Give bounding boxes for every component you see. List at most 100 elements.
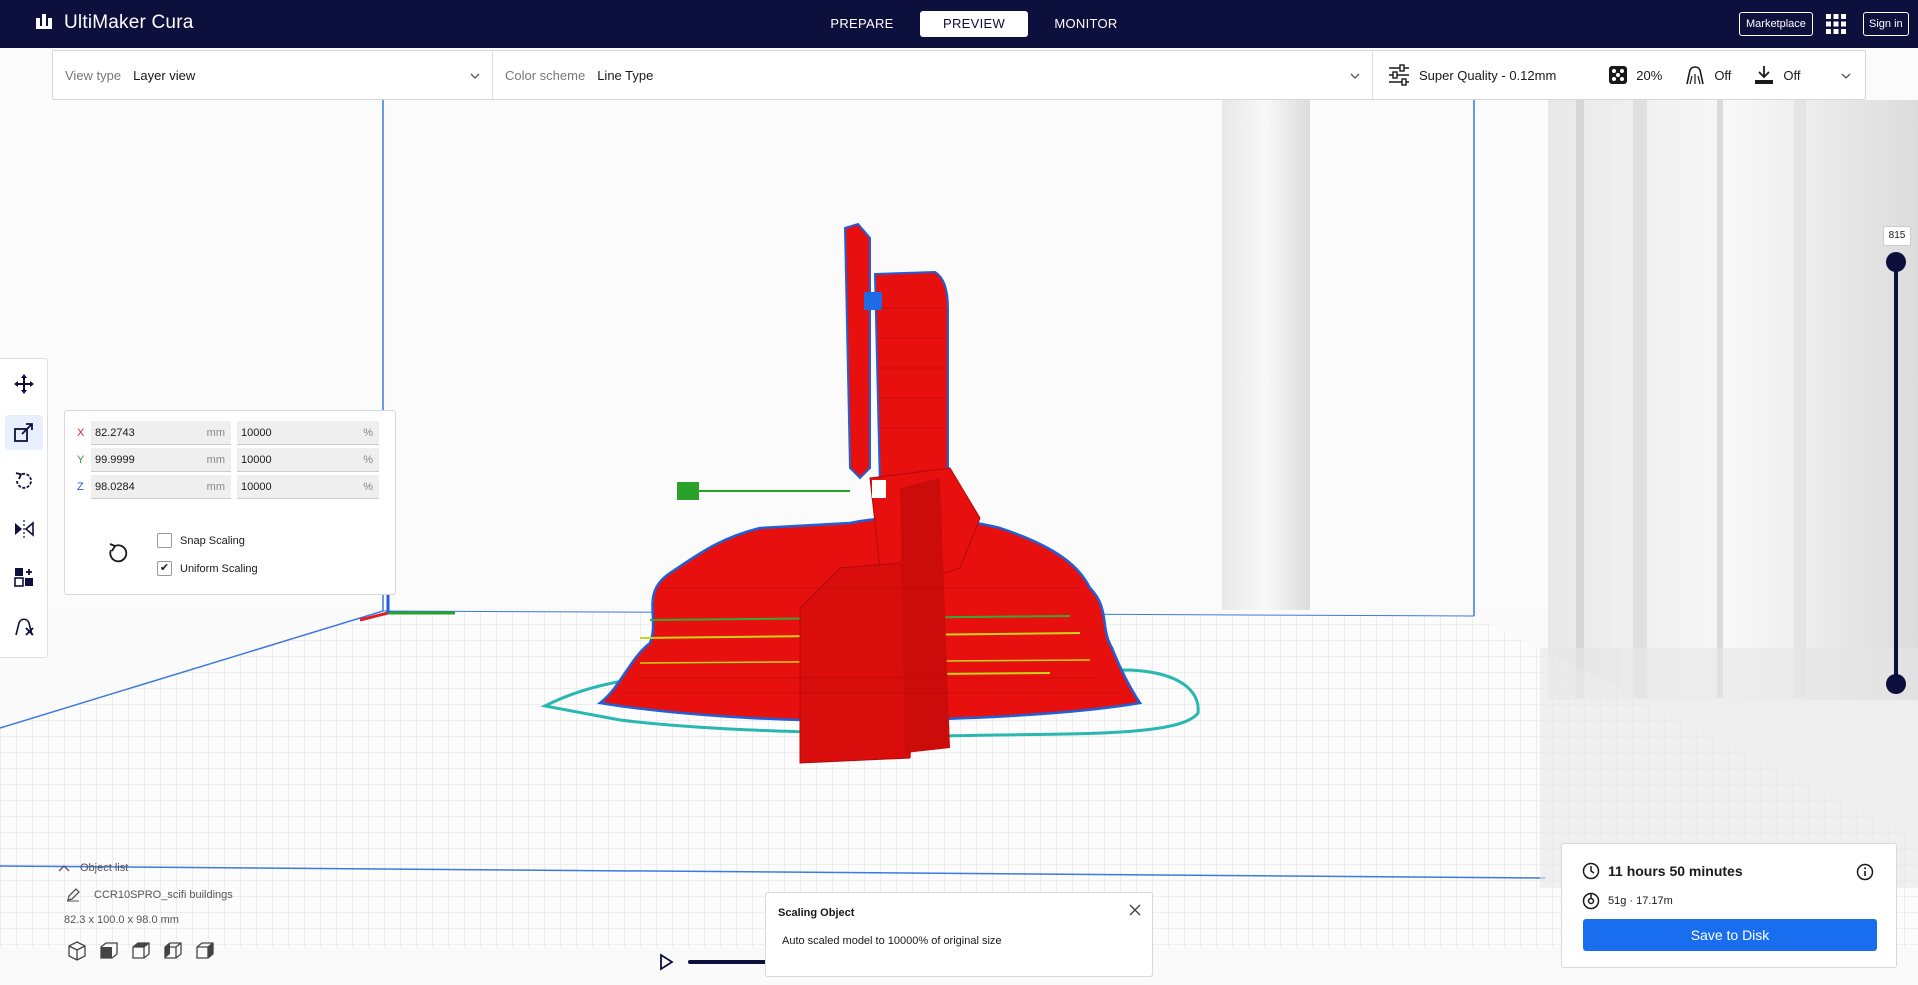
support-blocker-icon <box>14 618 34 636</box>
rotate-icon <box>15 471 32 489</box>
simulation-track[interactable] <box>688 960 768 964</box>
grid-icon[interactable] <box>1826 14 1846 34</box>
scale-z-pct-value: 10000 <box>241 480 272 493</box>
print-info-panel: 11 hours 50 minutes 51g · 17.17m Save to… <box>1561 843 1897 968</box>
notification-title: Scaling Object <box>778 907 855 919</box>
marketplace-button[interactable]: Marketplace <box>1739 12 1813 36</box>
spool-icon <box>1582 892 1600 910</box>
move-tool-button[interactable] <box>5 367 43 401</box>
snap-scaling-option[interactable]: Snap Scaling <box>157 533 245 548</box>
view-type-value: Layer view <box>133 67 196 83</box>
mirror-icon <box>14 520 34 539</box>
scaling-notification: Scaling Object Auto scaled model to 1000… <box>765 892 1153 977</box>
scale-x-pct-value: 10000 <box>241 426 272 439</box>
snap-scaling-label: Snap Scaling <box>180 534 245 547</box>
axis-y-label: Y <box>77 454 85 466</box>
unit-mm: mm <box>206 453 225 466</box>
object-list-item[interactable]: CCR10SPRO_scifi buildings <box>66 888 458 902</box>
adhesion-value: Off <box>1783 67 1801 83</box>
scale-row-y: Y 99.9999 mm 10000% <box>77 448 385 472</box>
scale-tool-panel: X 82.2743 mm 10000% Y 99.9999 mm 10000% Z … <box>64 410 396 595</box>
object-name: CCR10SPRO_scifi buildings <box>94 889 233 901</box>
uniform-scaling-checkbox[interactable]: ✔ <box>157 561 172 576</box>
snap-scaling-checkbox[interactable] <box>157 533 172 548</box>
signin-button[interactable]: Sign in <box>1863 12 1909 36</box>
scale-icon <box>13 423 33 443</box>
adhesion-icon <box>1755 66 1774 84</box>
axis-x-label: X <box>77 427 85 439</box>
print-settings-button[interactable]: Super Quality - 0.12mm 20% Off Off <box>1373 51 1865 99</box>
tab-monitor[interactable]: MONITOR <box>1032 11 1140 37</box>
chevron-down-icon <box>1841 73 1851 79</box>
rotate-tool-button[interactable] <box>5 464 43 498</box>
view-3d-icon[interactable] <box>66 940 88 962</box>
reset-scale-icon[interactable] <box>105 541 129 565</box>
support-item: Off <box>1684 64 1731 86</box>
object-list-toggle[interactable]: Object list <box>58 862 458 874</box>
unit-percent: % <box>363 453 373 466</box>
infill-value: 20% <box>1636 67 1663 83</box>
support-blocker-button[interactable] <box>5 609 43 643</box>
clock-icon <box>1582 862 1600 880</box>
support-value: Off <box>1714 67 1732 83</box>
play-icon[interactable] <box>656 952 676 972</box>
tool-toolbar <box>0 358 48 658</box>
ultimaker-logo-icon <box>36 14 58 32</box>
scale-y-mm-field[interactable]: 99.9999 mm <box>91 448 231 472</box>
view-front-icon[interactable] <box>98 940 120 962</box>
material-usage: 51g · 17.17m <box>1608 895 1673 907</box>
object-list-panel: Object list CCR10SPRO_scifi buildings 82… <box>58 862 458 982</box>
color-scheme-dropdown[interactable]: Color scheme Line Type <box>493 51 1373 99</box>
scale-x-mm-value: 82.2743 <box>95 426 135 439</box>
scale-tool-button[interactable] <box>4 415 43 450</box>
layer-slider-upper-handle[interactable] <box>1886 252 1906 272</box>
layer-slider-track[interactable] <box>1894 260 1898 688</box>
tab-preview[interactable]: PREVIEW <box>920 11 1028 37</box>
view-type-dropdown[interactable]: View type Layer view <box>53 51 493 99</box>
scale-y-mm-value: 99.9999 <box>95 453 135 466</box>
scale-z-mm-field[interactable]: 98.0284 mm <box>91 475 231 499</box>
sliders-icon <box>1389 64 1409 86</box>
uniform-scaling-label: Uniform Scaling <box>180 562 258 575</box>
unit-percent: % <box>363 480 373 493</box>
view-right-icon[interactable] <box>194 940 216 962</box>
chevron-down-icon <box>470 73 480 79</box>
view-left-icon[interactable] <box>162 940 184 962</box>
save-to-disk-button[interactable]: Save to Disk <box>1583 919 1877 951</box>
camera-view-buttons <box>66 940 458 962</box>
axis-z-label: Z <box>77 481 84 493</box>
stage-tabs: PREPARE PREVIEW MONITOR <box>808 11 1144 37</box>
pencil-icon[interactable] <box>66 888 80 902</box>
scale-x-mm-field[interactable]: 82.2743 mm <box>91 421 231 445</box>
infill-item: 20% <box>1608 65 1662 85</box>
per-model-settings-button[interactable] <box>5 560 43 594</box>
scale-x-percent-field[interactable]: 10000% <box>237 421 379 445</box>
infill-icon <box>1609 66 1628 84</box>
profile-label: Super Quality - 0.12mm <box>1419 67 1557 83</box>
top-bar: UltiMaker Cura PREPARE PREVIEW MONITOR M… <box>0 0 1918 48</box>
unit-percent: % <box>363 426 373 439</box>
mirror-tool-button[interactable] <box>5 512 43 546</box>
tab-prepare[interactable]: PREPARE <box>808 11 916 37</box>
color-scheme-label: Color scheme <box>505 67 586 83</box>
layer-slider[interactable] <box>1886 252 1906 694</box>
move-icon <box>13 374 34 395</box>
uniform-scaling-option[interactable]: ✔ Uniform Scaling <box>157 561 258 576</box>
simulation-playbar <box>656 952 768 972</box>
material-row: 51g · 17.17m <box>1582 892 1673 910</box>
scale-y-pct-value: 10000 <box>241 453 272 466</box>
object-list-label: Object list <box>80 862 129 874</box>
layer-number-label[interactable]: 815 <box>1883 226 1911 246</box>
layer-slider-lower-handle[interactable] <box>1886 674 1906 694</box>
scale-row-z: Z 98.0284 mm 10000% <box>77 475 385 499</box>
info-icon[interactable] <box>1856 863 1874 881</box>
scale-z-percent-field[interactable]: 10000% <box>237 475 379 499</box>
view-top-icon[interactable] <box>130 940 152 962</box>
chevron-down-icon <box>1350 73 1360 79</box>
view-type-label: View type <box>65 67 122 83</box>
object-dimensions: 82.3 x 100.0 x 98.0 mm <box>64 914 179 926</box>
scale-y-percent-field[interactable]: 10000% <box>237 448 379 472</box>
print-time-row: 11 hours 50 minutes <box>1582 862 1743 880</box>
app-logo: UltiMaker Cura <box>36 12 194 34</box>
close-icon[interactable] <box>1128 903 1142 917</box>
